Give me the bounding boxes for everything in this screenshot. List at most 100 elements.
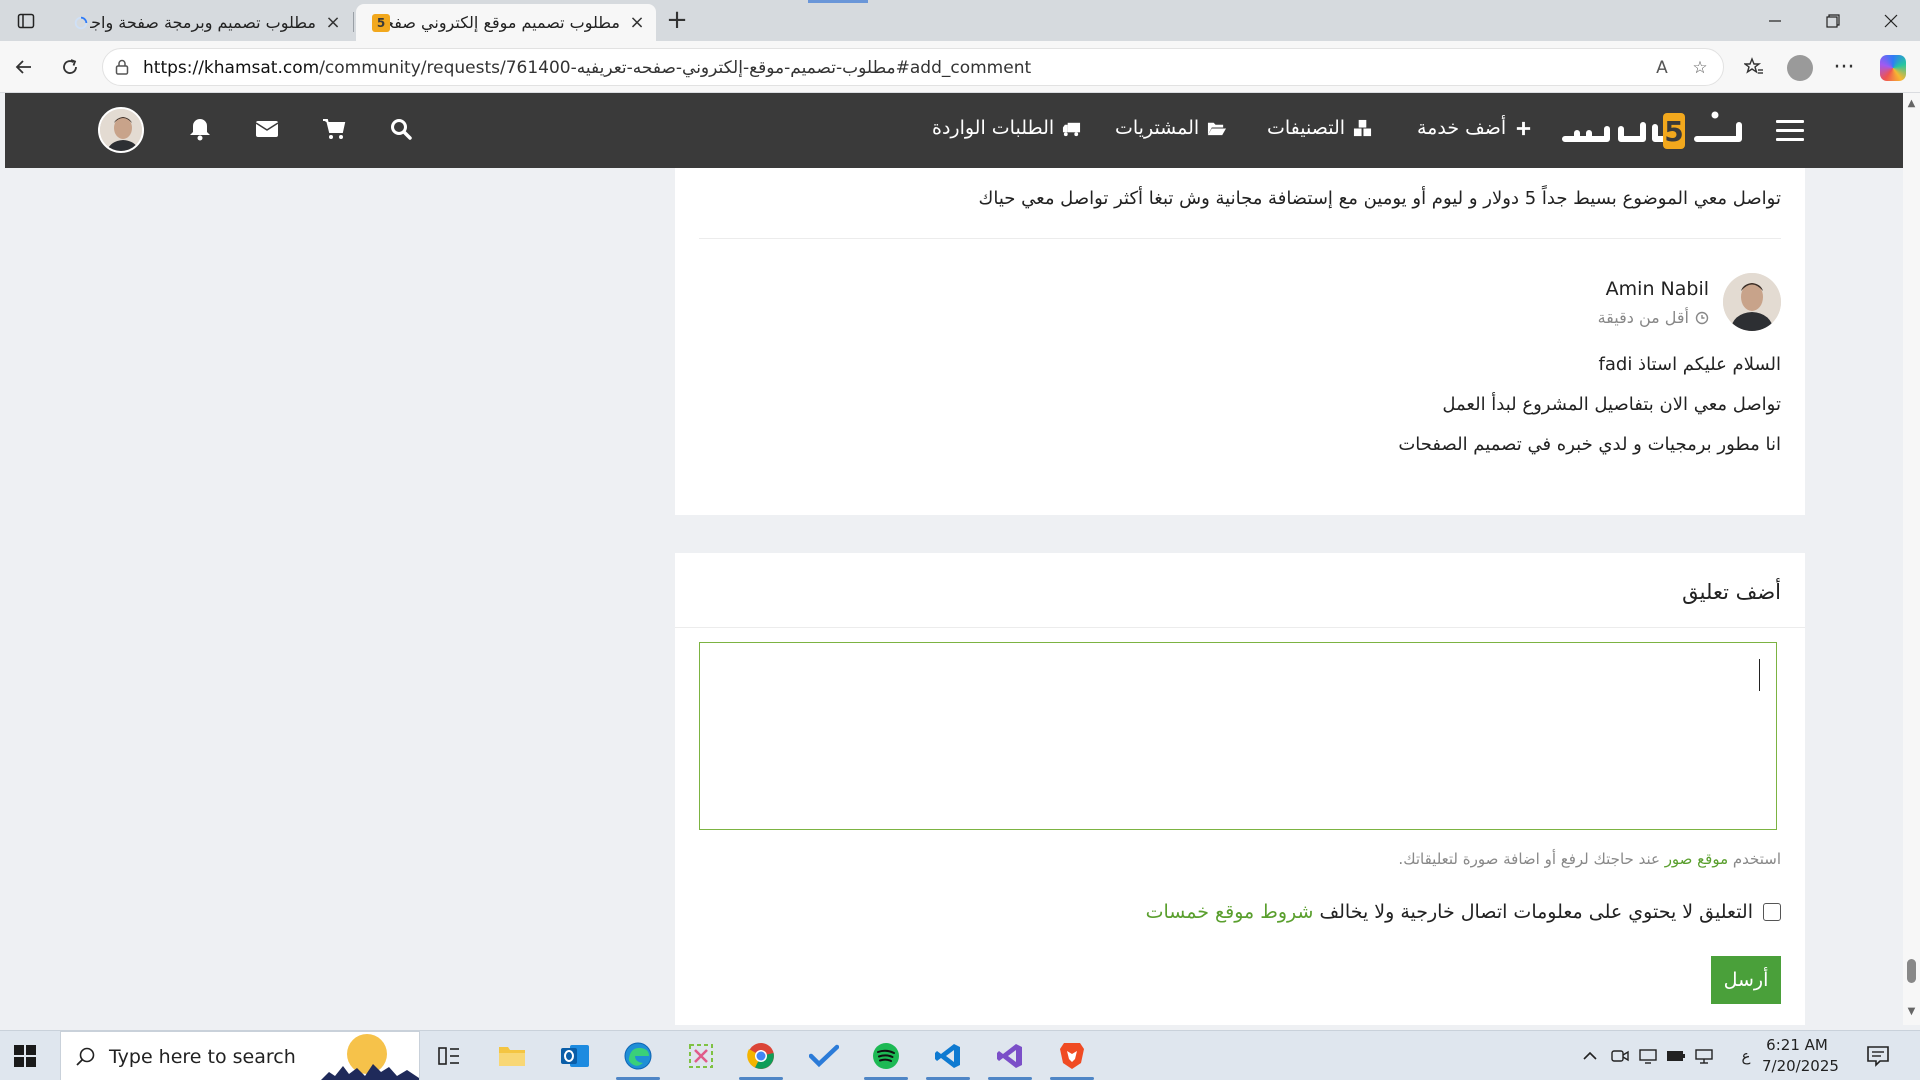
notifications-icon[interactable] — [1866, 1044, 1890, 1068]
menu-purchases-label: المشتريات — [1115, 117, 1200, 139]
back-arrow-icon[interactable] — [8, 51, 40, 83]
comment-line: تواصل معي الان بتفاصيل المشروع لبدأ العم… — [1442, 394, 1781, 415]
search-highlight-art-icon — [321, 1034, 419, 1080]
spotify-icon[interactable] — [868, 1038, 904, 1074]
add-comment-title: أضف تعليق — [1682, 580, 1781, 604]
close-window-button[interactable] — [1862, 0, 1920, 41]
vscode-icon[interactable] — [930, 1038, 966, 1074]
clock-date: 7/20/2025 — [1762, 1057, 1839, 1075]
address-bar[interactable]: https://khamsat.com/community/requests/7… — [102, 48, 1724, 86]
send-button[interactable]: أرسل — [1711, 956, 1781, 1004]
windows-start-icon[interactable] — [14, 1045, 36, 1067]
brave-icon[interactable] — [1054, 1038, 1090, 1074]
hint-text-before: استخدم — [1728, 850, 1781, 868]
site-info-lock-icon[interactable] — [113, 58, 131, 76]
scroll-up-arrow-icon[interactable]: ▲ — [1906, 99, 1917, 109]
image-site-link[interactable]: موقع صور — [1665, 850, 1728, 868]
tab-title: مطلوب تصميم وبرمجة صفحة واجهة — [90, 13, 316, 32]
menu-add-service-label: أضف خدمة — [1417, 117, 1507, 139]
input-language-indicator[interactable]: ع — [1736, 1046, 1756, 1066]
envelope-icon[interactable] — [254, 116, 280, 142]
restore-button[interactable] — [1804, 0, 1862, 41]
file-explorer-icon[interactable] — [494, 1038, 530, 1074]
snipping-tool-icon[interactable] — [683, 1038, 719, 1074]
outlook-icon[interactable] — [557, 1038, 593, 1074]
browser-tab-active[interactable]: 5 مطلوب تصميم موقع إلكتروني صفحة × — [356, 4, 656, 41]
page-viewport: 5 أضف خدمة التصنيفات المشتريات الطلبات ا… — [5, 93, 1905, 1025]
terms-row: التعليق لا يحتوي على معلومات اتصال خارجي… — [1146, 901, 1781, 923]
menu-categories-label: التصنيفات — [1267, 117, 1346, 139]
scroll-thumb[interactable] — [1907, 959, 1916, 983]
url-text: https://khamsat.com/community/requests/7… — [143, 58, 1031, 78]
tab-close-icon[interactable]: × — [628, 13, 646, 32]
cart-icon[interactable] — [321, 116, 347, 142]
tab-close-icon[interactable]: × — [324, 13, 342, 32]
comment-line: انا مطور برمجيات و لدي خبره في تصميم الص… — [1398, 434, 1781, 455]
task-view-icon[interactable] — [431, 1038, 467, 1074]
profile-avatar[interactable] — [1787, 55, 1813, 81]
menu-add-service[interactable]: أضف خدمة — [1417, 117, 1533, 139]
monitor-icon[interactable] — [1638, 1046, 1658, 1066]
edge-icon[interactable] — [620, 1038, 656, 1074]
browser-tab-bar: مطلوب تصميم وبرمجة صفحة واجهة × 5 مطلوب … — [0, 0, 1920, 41]
search-icon[interactable] — [388, 116, 414, 142]
reload-icon[interactable] — [54, 51, 86, 83]
previous-comment-text: تواصل معي الموضوع بسيط جداً 5 دولار و لي… — [978, 188, 1781, 209]
loading-favicon-icon — [72, 14, 90, 32]
new-tab-button[interactable]: + — [662, 6, 692, 36]
tab-strip-indicator — [808, 0, 868, 3]
terms-label[interactable]: التعليق لا يحتوي على معلومات اتصال خارجي… — [1146, 901, 1753, 923]
cubes-icon — [1353, 119, 1372, 136]
battery-icon[interactable] — [1666, 1046, 1686, 1066]
comment-author-avatar[interactable] — [1723, 273, 1781, 331]
comment-divider — [699, 238, 1781, 239]
page-scrollbar[interactable]: ▲ ▼ — [1903, 93, 1920, 1025]
more-options-icon[interactable]: ··· — [1828, 51, 1860, 83]
terms-checkbox[interactable] — [1763, 903, 1781, 921]
comment-author-name[interactable]: Amin Nabil — [1606, 278, 1709, 300]
taskbar-search-box[interactable]: Type here to search — [60, 1031, 420, 1080]
terms-text: التعليق لا يحتوي على معلومات اتصال خارجي… — [1313, 901, 1753, 923]
url-path: /community/requests/761400-مطلوب-تصميم-م… — [319, 58, 1032, 78]
comment-textarea[interactable] — [699, 642, 1777, 830]
comment-time: أقل من دقيقة — [1598, 308, 1709, 327]
folder-open-icon — [1208, 122, 1227, 135]
svg-text:5: 5 — [1664, 115, 1683, 148]
clock-time: 6:21 AM — [1766, 1036, 1828, 1054]
khamsat-logo[interactable]: 5 — [1555, 105, 1745, 155]
tab-actions-icon[interactable] — [12, 8, 40, 34]
minimize-button[interactable] — [1746, 0, 1804, 41]
meet-now-icon[interactable] — [1610, 1046, 1630, 1066]
favorites-icon[interactable] — [1738, 51, 1770, 83]
khamsat-favicon-icon: 5 — [372, 13, 390, 32]
clock-icon — [1695, 311, 1709, 324]
menu-incoming-requests[interactable]: الطلبات الواردة — [932, 117, 1081, 139]
add-comment-card: أضف تعليق استخدم موقع صور عند حاجتك لرفع… — [675, 553, 1805, 1025]
site-header: 5 أضف خدمة التصنيفات المشتريات الطلبات ا… — [5, 93, 1905, 168]
browser-tab-inactive[interactable]: مطلوب تصميم وبرمجة صفحة واجهة × — [56, 4, 352, 41]
menu-incoming-requests-label: الطلبات الواردة — [932, 117, 1055, 139]
menu-hamburger-icon[interactable] — [1776, 120, 1804, 142]
search-glass-icon — [76, 1047, 95, 1066]
copilot-icon[interactable] — [1880, 55, 1906, 81]
system-clock[interactable]: 6:21 AM 7/20/2025 — [1762, 1035, 1839, 1077]
visual-studio-icon[interactable] — [992, 1038, 1028, 1074]
comments-card: تواصل معي الموضوع بسيط جداً 5 دولار و لي… — [675, 168, 1805, 515]
chrome-icon[interactable] — [743, 1038, 779, 1074]
read-aloud-icon[interactable]: A — [1651, 58, 1673, 80]
favorite-star-icon[interactable]: ☆ — [1689, 58, 1711, 80]
browser-toolbar: https://khamsat.com/community/requests/7… — [0, 41, 1920, 93]
menu-purchases[interactable]: المشتريات — [1115, 117, 1227, 139]
truck-icon — [1063, 122, 1081, 136]
todo-icon[interactable] — [806, 1038, 842, 1074]
menu-categories[interactable]: التصنيفات — [1267, 117, 1372, 139]
scroll-down-arrow-icon[interactable]: ▼ — [1906, 1007, 1917, 1017]
network-icon[interactable] — [1694, 1046, 1714, 1066]
image-upload-hint: استخدم موقع صور عند حاجتك لرفع أو اضافة … — [1398, 850, 1781, 868]
url-domain: https://khamsat.com — [143, 58, 320, 78]
user-avatar[interactable] — [98, 107, 144, 153]
terms-link[interactable]: شروط موقع خمسات — [1146, 901, 1314, 923]
tab-title: مطلوب تصميم موقع إلكتروني صفحة — [390, 13, 620, 32]
bell-icon[interactable] — [187, 116, 213, 142]
show-hidden-icons-chevron-icon[interactable] — [1580, 1046, 1600, 1066]
